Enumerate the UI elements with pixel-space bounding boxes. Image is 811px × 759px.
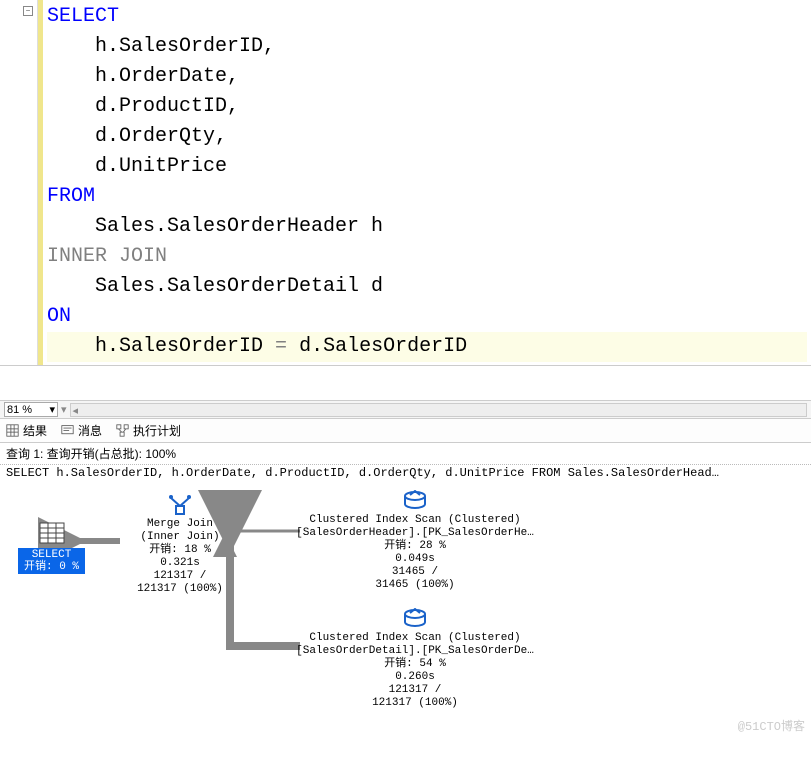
node-rows: 121317 / bbox=[290, 684, 540, 697]
node-rows-pct: 121317 (100%) bbox=[290, 697, 540, 710]
chevron-down-icon: ▾ bbox=[49, 403, 55, 416]
node-cost: 开销: 0 % bbox=[24, 561, 79, 573]
node-rows: 31465 / bbox=[290, 566, 540, 579]
tab-messages[interactable]: 消息 bbox=[61, 422, 102, 439]
fold-toggle-icon[interactable]: − bbox=[23, 6, 33, 16]
tab-label: 消息 bbox=[78, 422, 102, 439]
editor-scrollbar[interactable]: ◂ bbox=[70, 403, 807, 417]
dropdown-marker-icon: ▾ bbox=[61, 403, 67, 416]
scroll-left-icon[interactable]: ◂ bbox=[73, 404, 79, 417]
clustered-scan-icon bbox=[290, 490, 540, 512]
node-cost: 开销: 54 % bbox=[290, 658, 540, 671]
tab-results[interactable]: 结果 bbox=[6, 422, 47, 439]
clustered-scan-icon bbox=[290, 608, 540, 630]
node-obj: [SalesOrderDetail].[PK_SalesOrderDe… bbox=[290, 645, 540, 658]
node-title: Merge Join bbox=[122, 518, 238, 531]
tab-label: 执行计划 bbox=[133, 422, 181, 439]
plan-node-select[interactable]: SELECT 开销: 0 % bbox=[18, 522, 85, 574]
node-sub: (Inner Join) bbox=[122, 531, 238, 544]
node-rows-pct: 31465 (100%) bbox=[290, 579, 540, 592]
node-rows: 121317 / bbox=[122, 570, 238, 583]
merge-join-icon bbox=[122, 494, 238, 516]
node-cost: 开销: 18 % bbox=[122, 544, 238, 557]
watermark: @51CTO博客 bbox=[738, 717, 805, 734]
node-time: 0.260s bbox=[290, 671, 540, 684]
zoom-bar: 81 % ▾ ▾ ◂ bbox=[0, 400, 811, 419]
node-title: Clustered Index Scan (Clustered) bbox=[290, 514, 540, 527]
node-title: Clustered Index Scan (Clustered) bbox=[290, 632, 540, 645]
query-sql-text: SELECT h.SalesOrderID, h.OrderDate, d.Pr… bbox=[0, 465, 811, 486]
plan-node-merge-join[interactable]: Merge Join (Inner Join) 开销: 18 % 0.321s … bbox=[122, 494, 238, 596]
node-cost: 开销: 28 % bbox=[290, 540, 540, 553]
code-text[interactable]: SELECT h.SalesOrderID, h.OrderDate, d.Pr… bbox=[43, 0, 811, 365]
plan-icon bbox=[116, 424, 129, 437]
zoom-value: 81 % bbox=[7, 404, 32, 416]
node-time: 0.321s bbox=[122, 557, 238, 570]
plan-node-scan-detail[interactable]: Clustered Index Scan (Clustered) [SalesO… bbox=[290, 608, 540, 710]
messages-icon bbox=[61, 424, 74, 437]
sql-editor[interactable]: − SELECT h.SalesOrderID, h.OrderDate, d.… bbox=[0, 0, 811, 366]
execution-plan-diagram[interactable]: SELECT 开销: 0 % Merge Join (Inner Join) 开… bbox=[0, 486, 811, 738]
results-tabs: 结果 消息 执行计划 bbox=[0, 419, 811, 443]
tab-label: 结果 bbox=[23, 422, 47, 439]
grid-icon bbox=[6, 424, 19, 437]
tab-execution-plan[interactable]: 执行计划 bbox=[116, 422, 181, 439]
zoom-dropdown[interactable]: 81 % ▾ bbox=[4, 402, 58, 417]
select-result-icon bbox=[18, 522, 85, 548]
node-obj: [SalesOrderHeader].[PK_SalesOrderHe… bbox=[290, 527, 540, 540]
plan-node-scan-header[interactable]: Clustered Index Scan (Clustered) [SalesO… bbox=[290, 490, 540, 592]
editor-splitter[interactable] bbox=[0, 366, 811, 400]
node-rows-pct: 121317 (100%) bbox=[122, 583, 238, 596]
editor-gutter: − bbox=[0, 0, 38, 365]
node-time: 0.049s bbox=[290, 553, 540, 566]
node-title: SELECT bbox=[24, 549, 79, 561]
query-cost-header: 查询 1: 查询开销(占总批): 100% bbox=[0, 443, 811, 465]
